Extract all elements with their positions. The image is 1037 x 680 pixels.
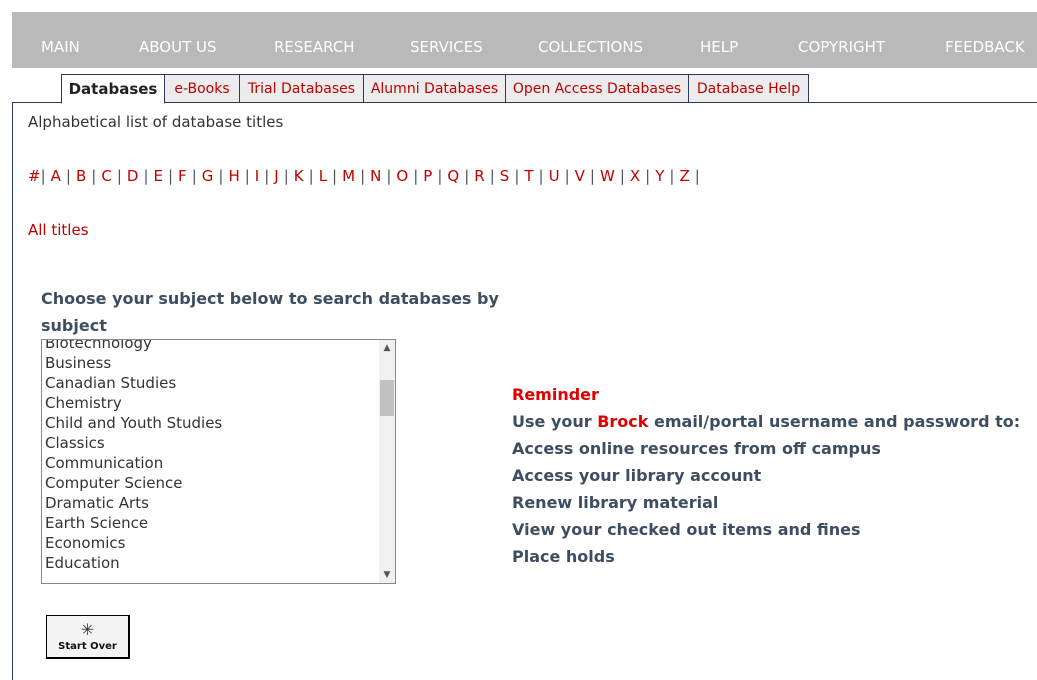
subject-option[interactable]: Dramatic Arts <box>45 493 222 513</box>
alpha-link-u[interactable]: U <box>549 167 560 185</box>
alpha-link-k[interactable]: K <box>294 167 304 185</box>
subject-option[interactable]: Classics <box>45 433 222 453</box>
reminder-line: Renew library material <box>512 493 719 512</box>
start-over-label: Start Over <box>58 640 117 652</box>
scroll-up-icon[interactable]: ▲ <box>379 340 395 356</box>
tab-open-access-databases[interactable]: Open Access Databases <box>506 74 689 103</box>
subject-option[interactable]: Education <box>45 553 222 573</box>
tab-databases[interactable]: Databases <box>61 74 165 104</box>
subject-option[interactable]: Economics <box>45 533 222 553</box>
alpha-link-a[interactable]: A <box>51 167 61 185</box>
reminder-line: Access online resources from off campus <box>512 439 881 458</box>
alpha-link-h[interactable]: H <box>228 167 239 185</box>
nav-help[interactable]: HELP <box>700 38 738 56</box>
subject-option[interactable]: Child and Youth Studies <box>45 413 222 433</box>
alpha-link-c[interactable]: C <box>101 167 111 185</box>
reminder-line: View your checked out items and fines <box>512 520 861 539</box>
tab-e-books[interactable]: e-Books <box>165 74 240 103</box>
start-over-button[interactable]: ✳ Start Over <box>46 615 130 659</box>
subject-listbox[interactable]: Biotechnology Business Canadian Studies … <box>41 339 396 584</box>
reminder-line: Access your library account <box>512 466 762 485</box>
alpha-link-g[interactable]: G <box>202 167 214 185</box>
subject-option[interactable]: Business <box>45 353 222 373</box>
alpha-link-t[interactable]: T <box>524 167 533 185</box>
nav-collections[interactable]: COLLECTIONS <box>538 38 643 56</box>
alpha-link-d[interactable]: D <box>127 167 139 185</box>
reminder-intro-before: Use your <box>512 412 598 431</box>
content-left-border <box>12 103 13 680</box>
subject-option[interactable]: Canadian Studies <box>45 373 222 393</box>
all-titles-link[interactable]: All titles <box>28 221 89 239</box>
alphabet-index: #| A | B | C | D | E | F | G | H | I | J | K | L | M | N | O | P | Q | R | S |… <box>28 167 700 185</box>
tab-alumni-databases[interactable]: Alumni Databases <box>364 74 506 103</box>
alpha-link-l[interactable]: L <box>319 167 327 185</box>
alphabetical-list-label: Alphabetical list of database titles <box>28 113 284 131</box>
alpha-link-x[interactable]: X <box>630 167 640 185</box>
nav-feedback[interactable]: FEEDBACK <box>945 38 1025 56</box>
alpha-link-e[interactable]: E <box>154 167 163 185</box>
subject-option[interactable]: Earth Science <box>45 513 222 533</box>
reminder-brand: Brock <box>597 412 649 431</box>
alpha-link-s[interactable]: S <box>500 167 510 185</box>
alpha-link-n[interactable]: N <box>370 167 381 185</box>
nav-services[interactable]: SERVICES <box>410 38 483 56</box>
alpha-link-q[interactable]: Q <box>447 167 459 185</box>
alpha-link-v[interactable]: V <box>575 167 585 185</box>
scroll-down-icon[interactable]: ▼ <box>379 567 395 583</box>
alpha-link-m[interactable]: M <box>342 167 355 185</box>
tab-database-help[interactable]: Database Help <box>689 74 809 103</box>
alpha-link-p[interactable]: P <box>423 167 432 185</box>
reminder-intro-after: email/portal username and password to: <box>648 412 1021 431</box>
subject-option[interactable]: Chemistry <box>45 393 222 413</box>
scroll-thumb[interactable] <box>380 380 394 416</box>
sparkle-icon: ✳ <box>80 619 95 639</box>
reminder-line: Place holds <box>512 547 615 566</box>
subject-option[interactable]: Communication <box>45 453 222 473</box>
nav-about-us[interactable]: ABOUT US <box>139 38 217 56</box>
alpha-link-b[interactable]: B <box>76 167 86 185</box>
alpha-link-o[interactable]: O <box>396 167 408 185</box>
alpha-link-z[interactable]: Z <box>679 167 689 185</box>
nav-main[interactable]: MAIN <box>41 38 80 56</box>
subject-option[interactable]: Computer Science <box>45 473 222 493</box>
database-tabs: Databases e-Books Trial Databases Alumni… <box>12 74 1037 104</box>
nav-copyright[interactable]: COPYRIGHT <box>798 38 885 56</box>
alpha-link-f[interactable]: F <box>178 167 187 185</box>
reminder-intro-line: Use your Brock email/portal username and… <box>512 408 1020 435</box>
reminder-panel: Reminder Use your Brock email/portal use… <box>512 381 1020 570</box>
subject-heading: Choose your subject below to search data… <box>41 289 499 335</box>
nav-research[interactable]: RESEARCH <box>274 38 355 56</box>
tab-trial-databases[interactable]: Trial Databases <box>240 74 364 103</box>
alpha-link-w[interactable]: W <box>600 167 615 185</box>
subject-options: Biotechnology Business Canadian Studies … <box>45 340 222 573</box>
alpha-link-r[interactable]: R <box>474 167 484 185</box>
reminder-title: Reminder <box>512 385 599 404</box>
top-navigation: MAIN ABOUT US RESEARCH SERVICES COLLECTI… <box>12 12 1037 68</box>
listbox-scrollbar[interactable]: ▲ ▼ <box>379 340 395 583</box>
alpha-link-hash[interactable]: # <box>28 167 41 185</box>
subject-option[interactable]: Biotechnology <box>45 340 222 353</box>
